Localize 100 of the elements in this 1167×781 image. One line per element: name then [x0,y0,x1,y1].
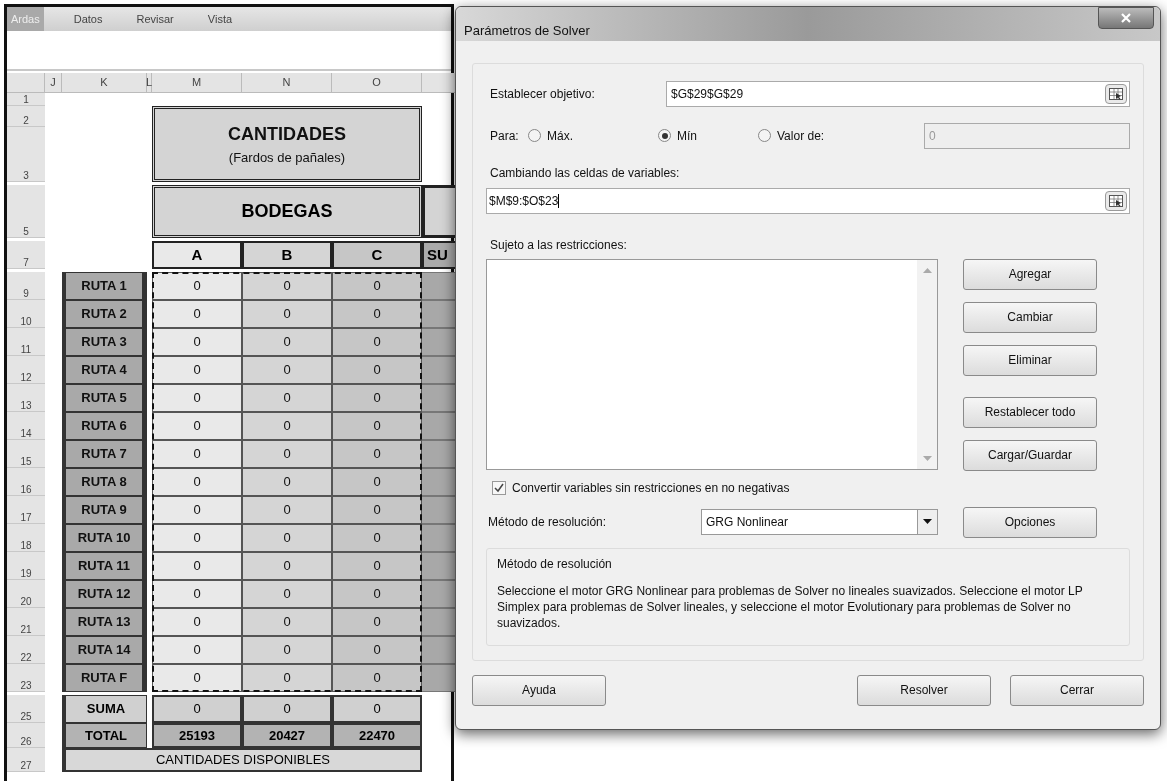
table-cell: 0 [332,412,422,440]
side-button[interactable]: Agregar [963,258,1097,290]
table-cell: 0 [242,468,332,496]
close-dialog-button[interactable]: Cerrar [1010,674,1144,706]
route-label-cell: RUTA 11 [62,552,147,580]
row-header: 1 [7,93,45,106]
row-header: 27 [7,748,45,772]
route-label-cell: RUTA 4 [62,356,147,384]
column-header: J [45,73,62,93]
row-header: 20 [7,580,45,608]
table-cell: 0 [152,636,242,664]
table-cell: 0 [242,608,332,636]
table-cell: 0 [152,552,242,580]
goal-radio[interactable]: Valor de: [758,126,924,145]
title-text: CANTIDADES [228,122,346,146]
side-button[interactable]: Cargar/Guardar [963,439,1097,471]
scroll-up-icon [922,267,932,273]
row-header: 7 [7,241,45,269]
row-header: 23 [7,664,45,692]
table-cell: 0 [332,664,422,692]
scroll-down-icon [922,455,932,461]
table-cell: 0 [332,328,422,356]
table-cell: 0 [332,356,422,384]
method-select[interactable]: GRG Nonlinear [701,508,938,535]
table-cell: 0 [242,384,332,412]
footer-cell: CANTIDADES DISPONIBLES [62,748,422,772]
row-header: 5 [7,185,45,238]
table-cell: 20427 [242,723,332,748]
table-cell: 25193 [152,723,242,748]
table-cell: 0 [332,440,422,468]
table-cell: 0 [332,384,422,412]
table-cell: 0 [242,664,332,692]
row-header: 25 [7,695,45,723]
table-cell: 0 [152,412,242,440]
objective-field[interactable]: $G$29$G$29 [666,80,1130,107]
solve-button[interactable]: Resolver [857,674,991,706]
table-cell: 0 [332,695,422,723]
ribbon-tab[interactable]: Revisar [132,7,178,31]
goal-radio[interactable]: Máx. [528,126,658,145]
table-cell: 22470 [332,723,422,748]
table-cell: 0 [152,580,242,608]
table-cell: 0 [332,468,422,496]
range-picker-icon[interactable] [1105,83,1127,104]
route-label-cell: RUTA 7 [62,440,147,468]
row-header: 18 [7,524,45,552]
table-cell: 0 [152,468,242,496]
method-description: Seleccione el motor GRG Nonlinear para problemas de Solver no lineales suavizados. Seleccione el motor LP Simplex para problemas de Solver lineales, y seleccione el motor Evolutionary para problemas de Solver no suavizados. [497,582,1084,631]
row-header: 21 [7,608,45,636]
row-header: 10 [7,300,45,328]
table-cell: 0 [242,440,332,468]
route-label-cell: RUTA 9 [62,496,147,524]
route-label-cell: RUTA 1 [62,272,147,300]
row-header: 26 [7,723,45,748]
row-header: 22 [7,636,45,664]
goal-radio[interactable]: Mín [658,126,758,145]
route-label-cell: RUTA 10 [62,524,147,552]
table-cell: 0 [152,524,242,552]
side-button[interactable]: Cambiar [963,301,1097,333]
row-header: 11 [7,328,45,356]
column-label-cell: A [152,241,242,269]
column-header: O [332,73,422,93]
side-button[interactable]: Restablecer todo [963,396,1097,428]
table-cell: 0 [152,608,242,636]
table-cell: 0 [242,580,332,608]
variables-label: Cambiando las celdas de variables: [489,164,681,182]
column-label-cell: B [242,241,332,269]
row-header: 19 [7,552,45,580]
objective-label: Establecer objetivo: [489,85,596,103]
ribbon-tab[interactable]: Vista [203,7,237,31]
subtitle-text: (Fardos de pañales) [228,148,346,167]
ribbon-tab[interactable]: Datos [69,7,107,31]
column-header: K [62,73,147,93]
table-cell: 0 [242,524,332,552]
scrollbar[interactable] [917,259,937,469]
table-cell: 0 [152,300,242,328]
table-cell: 0 [242,328,332,356]
table-cell: 0 [332,300,422,328]
table-cell: 0 [152,272,242,300]
column-header: M [152,73,242,93]
options-button[interactable]: Opciones [963,506,1097,538]
close-button[interactable] [1098,7,1154,29]
row-header: 13 [7,384,45,412]
table-cell: 0 [242,412,332,440]
row-header: 14 [7,412,45,440]
total-label-cell: SUMA [62,695,147,723]
table-cell: 0 [332,552,422,580]
para-label: Para: [489,127,520,145]
table-cell: 0 [152,695,242,723]
table-cell: 0 [332,496,422,524]
variables-field[interactable]: $M$9:$O$23 [486,187,1130,214]
row-header: 17 [7,496,45,524]
help-button[interactable]: Ayuda [472,674,606,706]
route-label-cell: RUTA F [62,664,147,692]
table-cell: 0 [152,496,242,524]
route-label-cell: RUTA 3 [62,328,147,356]
nonnegative-checkbox[interactable]: Convertir variables sin restricciones en no negativas [486,478,938,497]
side-button[interactable]: Eliminar [963,344,1097,376]
route-label-cell: RUTA 13 [62,608,147,636]
range-picker-icon[interactable] [1105,190,1127,211]
row-header: 15 [7,440,45,468]
